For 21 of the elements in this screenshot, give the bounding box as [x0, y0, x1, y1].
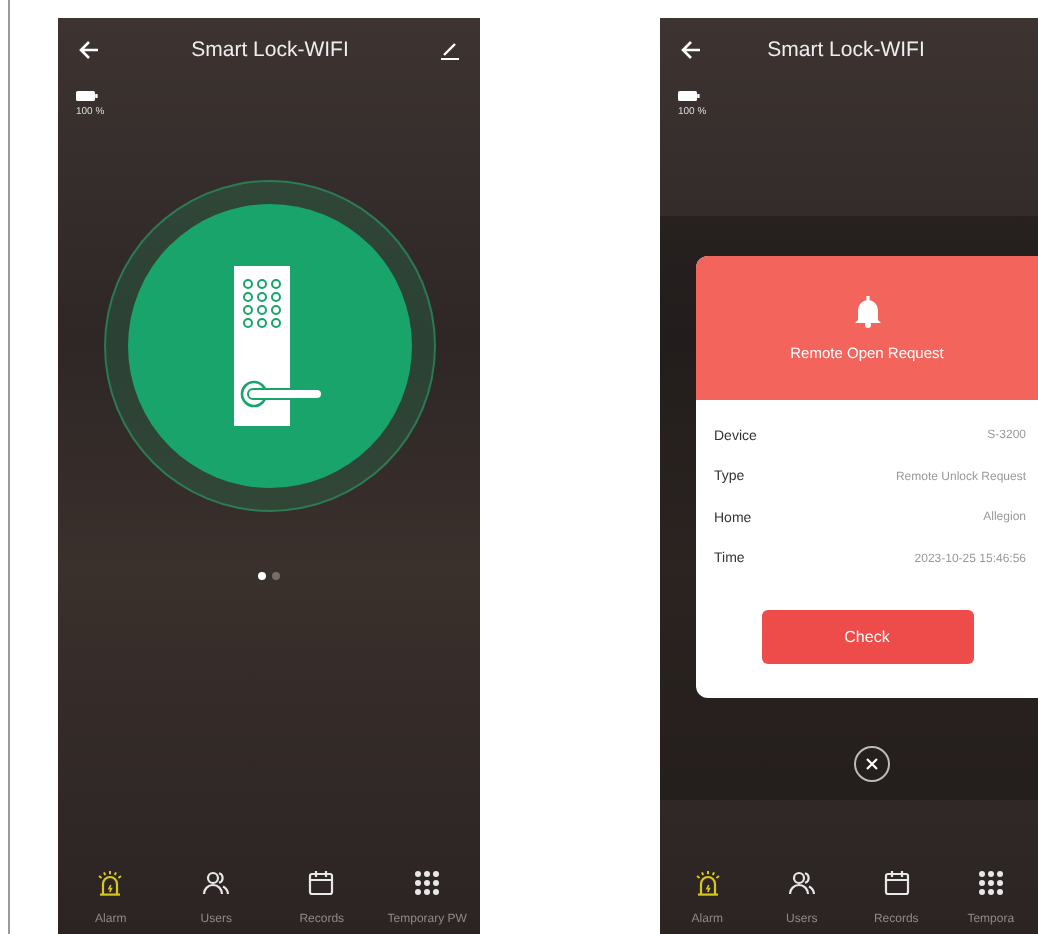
screen-title: Smart Lock-WIFI	[765, 38, 927, 62]
bell-icon	[853, 295, 881, 327]
pager-dot[interactable]	[258, 572, 266, 580]
battery-icon	[76, 90, 98, 102]
users-icon	[202, 870, 231, 896]
battery-icon	[678, 90, 700, 102]
back-arrow-icon[interactable]	[78, 40, 100, 60]
back-arrow-icon[interactable]	[680, 40, 702, 60]
keypad-icon	[977, 870, 1004, 896]
alarm-light-icon	[96, 870, 125, 896]
pager-dot[interactable]	[272, 572, 280, 580]
close-icon	[866, 758, 878, 770]
check-button[interactable]: Check	[761, 610, 973, 664]
users-icon	[787, 870, 816, 896]
calendar-icon	[308, 870, 335, 896]
calendar-icon	[883, 870, 910, 896]
edit-icon[interactable]	[440, 40, 460, 60]
alarm-light-icon	[693, 870, 722, 896]
keypad-icon	[414, 870, 441, 896]
screen-title: Smart Lock-WIFI	[189, 38, 351, 62]
close-button[interactable]	[854, 746, 890, 782]
